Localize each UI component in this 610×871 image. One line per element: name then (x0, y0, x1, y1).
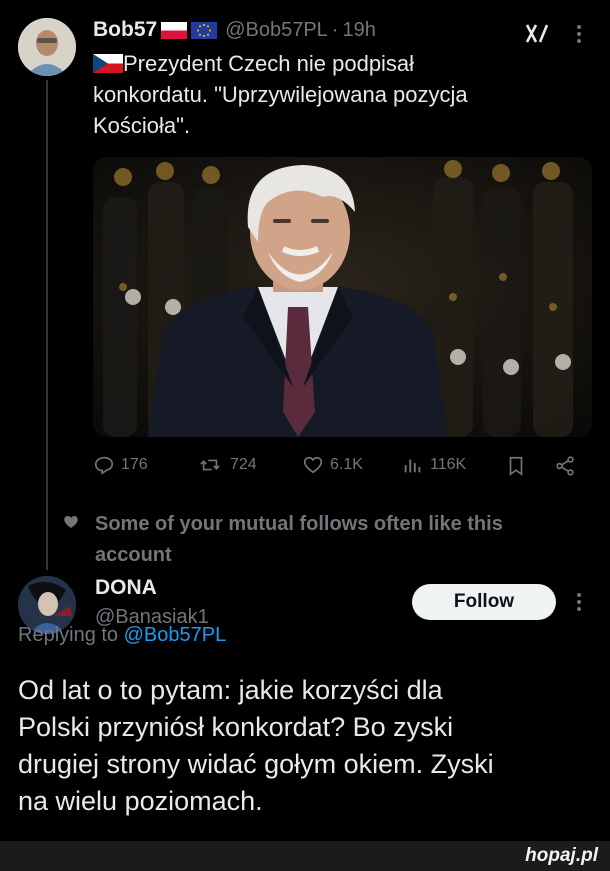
watermark: hopaj.pl (525, 845, 598, 866)
views-action[interactable]: 116K (402, 454, 466, 476)
repost-action[interactable]: 724 (196, 454, 257, 476)
header-separator: · (331, 18, 339, 41)
replying-to-label: Replying to (18, 624, 119, 646)
tweet-text: Prezydent Czech nie podpisał konkordatu.… (93, 48, 593, 141)
watermark-bar: hopaj.pl (0, 841, 610, 871)
tweet-image[interactable] (93, 157, 592, 437)
tweet-text-line: Kościoła". (93, 113, 191, 138)
reply-icon (94, 456, 114, 475)
tweet-time[interactable]: 19h (342, 19, 375, 42)
views-icon (404, 459, 421, 473)
czech-flag-icon (93, 50, 123, 73)
reply-text-line: Polski przyniósł konkordat? Bo zyski (18, 712, 454, 742)
poland-flag-icon (161, 21, 188, 39)
tweet-text-line: Prezydent Czech nie podpisał (123, 51, 415, 76)
views-count: 116K (430, 456, 467, 473)
bookmark-icon[interactable] (505, 455, 527, 477)
reply-text: Od lat o to pytam: jakie korzyści dla Po… (18, 672, 603, 820)
heart-small-icon (62, 513, 80, 531)
social-context-line: Some of your mutual follows often like t… (95, 513, 503, 535)
follow-button-wrap: Follow (412, 584, 556, 620)
replying-to-handle[interactable]: @Bob57PL (124, 624, 227, 646)
follow-button[interactable]: Follow (412, 584, 556, 620)
tweet-text-line: konkordatu. "Uprzywilejowana pozycja (93, 82, 468, 107)
repost-icon (200, 459, 220, 471)
eu-flag-icon (191, 21, 218, 39)
reply-count: 176 (121, 456, 148, 473)
reply-action[interactable]: 176 (93, 454, 148, 476)
author-avatar[interactable] (18, 18, 76, 76)
reply-text-line: drugiej strony widać gołym okiem. Zyski (18, 749, 494, 779)
reply-more-icon[interactable] (574, 590, 584, 614)
thread-line (46, 80, 48, 570)
author-handle[interactable]: @Bob57PL (225, 19, 328, 42)
like-count: 6.1K (330, 456, 363, 473)
author-name[interactable]: Bob57 (93, 18, 157, 42)
social-context: Some of your mutual follows often like t… (95, 509, 595, 571)
share-icon[interactable] (554, 455, 576, 477)
replying-to: Replying to @Bob57PL (18, 624, 226, 647)
grok-icon[interactable] (524, 22, 550, 46)
reply-text-line: Od lat o to pytam: jakie korzyści dla (18, 675, 443, 705)
repost-count: 724 (230, 456, 257, 473)
social-context-line: account (95, 544, 172, 566)
reply-text-line: na wielu poziomach. (18, 786, 263, 816)
like-action[interactable]: 6.1K (302, 454, 363, 476)
tweet-header: Bob57 @Bob57PL · 19h (93, 18, 376, 42)
more-icon[interactable] (574, 22, 584, 46)
like-icon (303, 456, 323, 474)
reply-author-name[interactable]: DONA (95, 576, 157, 600)
